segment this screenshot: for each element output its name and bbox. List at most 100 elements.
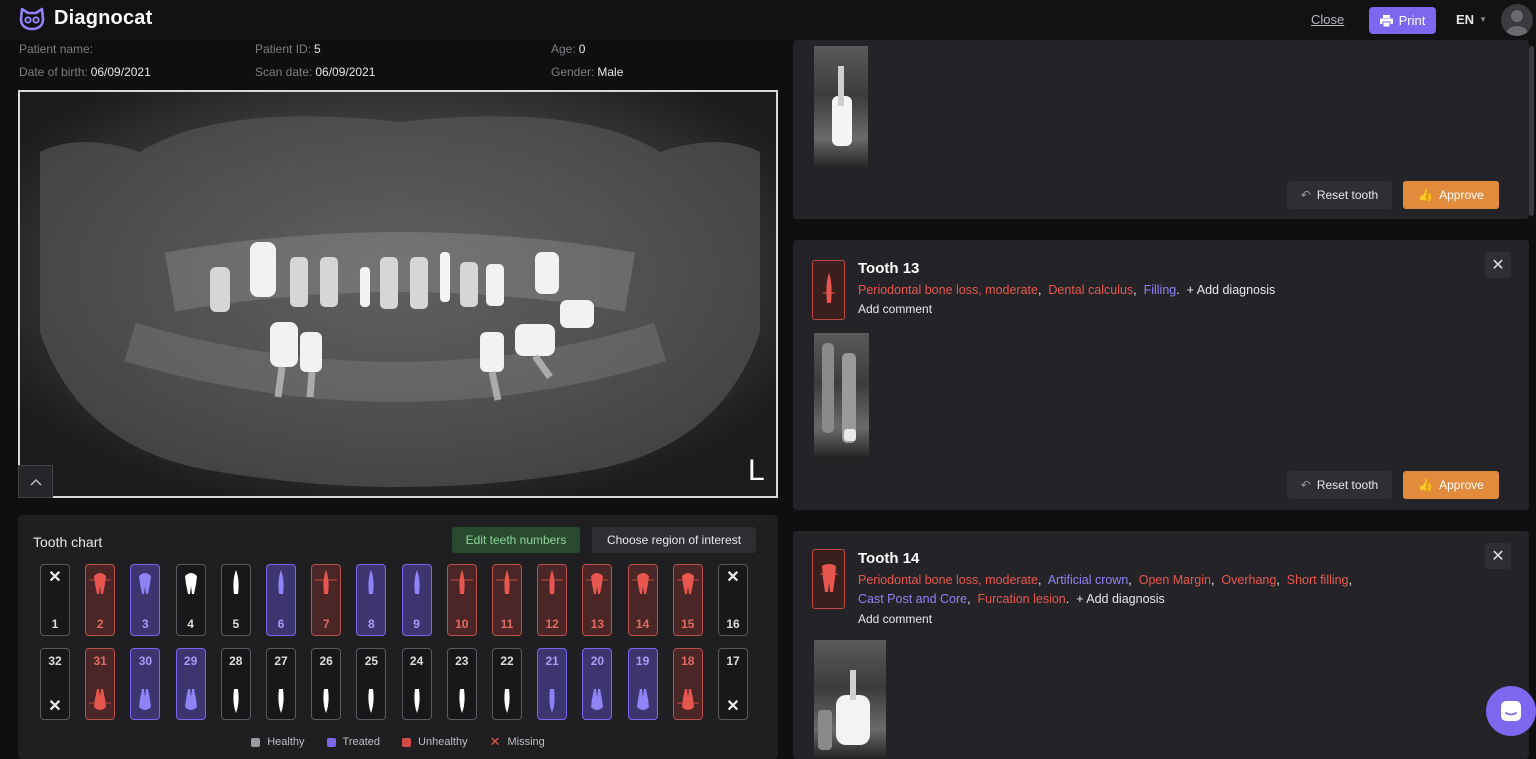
tooth-number: 30 [138, 654, 153, 668]
logo[interactable]: Diagnocat [18, 5, 152, 31]
tooth-16[interactable]: ✕ 16 [718, 564, 748, 636]
missing-x-icon: ✕ [726, 698, 740, 715]
tooth-29[interactable]: 29 [175, 648, 206, 720]
close-card-button[interactable]: ✕ [1485, 543, 1511, 569]
tooth-18[interactable]: 18 [672, 648, 703, 720]
tooth-5[interactable]: 5 [220, 564, 251, 636]
chat-button[interactable] [1486, 686, 1536, 736]
legend-missing-label: Missing [507, 736, 545, 748]
tooth-icon [89, 573, 112, 594]
tooth-20[interactable]: 20 [582, 648, 613, 720]
edit-teeth-numbers-button[interactable]: Edit teeth numbers [452, 527, 580, 553]
tooth-icon [139, 689, 152, 710]
print-button[interactable]: Print [1369, 7, 1436, 34]
tooth-icon [631, 573, 654, 594]
tooth-17[interactable]: 17 ✕ [718, 648, 748, 720]
tooth-crop-image[interactable] [814, 46, 868, 169]
reset-tooth-button[interactable]: ↶ Reset tooth [1287, 181, 1392, 209]
diagnosis-tag[interactable]: Periodontal bone loss, moderate [858, 283, 1038, 297]
tooth-24[interactable]: 24 [401, 648, 432, 720]
healthy-swatch [251, 737, 261, 747]
tooth-number: 16 [726, 617, 740, 631]
language-selector[interactable]: EN ▼ [1456, 12, 1487, 27]
chevron-up-icon [29, 478, 42, 486]
tooth-icon [323, 689, 329, 713]
patient-dob: Date of birth: 06/09/2021 [19, 65, 151, 79]
tooth-30[interactable]: 30 [130, 648, 161, 720]
add-comment-link[interactable]: Add comment [858, 302, 932, 316]
tooth-icon [368, 689, 374, 713]
tooth-crop-image[interactable] [814, 333, 869, 459]
tooth-23[interactable]: 23 [446, 648, 477, 720]
tooth-6[interactable]: 6 [266, 564, 296, 636]
diagnosis-tag[interactable]: Artificial crown [1048, 573, 1129, 587]
tooth-13[interactable]: 13 [582, 564, 613, 636]
tooth-2[interactable]: 2 [85, 564, 116, 636]
reset-tooth-label: Reset tooth [1316, 188, 1379, 202]
tooth-9[interactable]: 9 [401, 564, 432, 636]
tooth-32[interactable]: 32 ✕ [40, 648, 70, 720]
tooth-22[interactable]: 22 [492, 648, 522, 720]
tooth-19[interactable]: 19 [627, 648, 658, 720]
diagnosis-tag[interactable]: Short filling [1287, 573, 1349, 587]
tooth-number: 24 [409, 654, 424, 668]
close-card-button[interactable]: ✕ [1485, 252, 1511, 278]
tooth-number: 3 [142, 617, 149, 631]
approve-button[interactable]: 👍 Approve [1403, 471, 1499, 499]
close-link[interactable]: Close [1311, 12, 1344, 27]
tooth-8[interactable]: 8 [356, 564, 387, 636]
avatar[interactable] [1501, 4, 1533, 36]
tooth-crop-xray [832, 66, 852, 146]
tooth-21[interactable]: 21 [537, 648, 568, 720]
tooth-10[interactable]: 10 [446, 564, 477, 636]
printer-icon [1379, 14, 1393, 27]
tooth-15[interactable]: 15 [672, 564, 703, 636]
collapse-xray-button[interactable] [18, 465, 53, 498]
scrollbar[interactable] [1529, 46, 1534, 216]
tooth-31[interactable]: 31 [85, 648, 116, 720]
tooth-11[interactable]: 11 [492, 564, 522, 636]
thumbs-up-icon: 👍 [1418, 188, 1434, 202]
tooth-27[interactable]: 27 [266, 648, 296, 720]
diagnosis-tag[interactable]: Filling [1144, 283, 1177, 297]
diagnosis-tag[interactable]: Furcation lesion [978, 592, 1066, 606]
add-diagnosis-link[interactable]: + Add diagnosis [1076, 592, 1165, 606]
diagnosis-tag[interactable]: Periodontal bone loss, moderate [858, 573, 1038, 587]
undo-icon: ↶ [1300, 188, 1311, 202]
diagnosis-tag[interactable]: Overhang [1221, 573, 1276, 587]
tooth-12[interactable]: 12 [537, 564, 568, 636]
tooth-14[interactable]: 14 [627, 564, 658, 636]
tooth-crop-image[interactable] [814, 640, 886, 759]
tooth-icon [496, 570, 518, 594]
tooth-icon [586, 573, 609, 594]
tooth-25[interactable]: 25 [356, 648, 387, 720]
approve-button[interactable]: 👍 Approve [1403, 181, 1499, 209]
tooth-icon [504, 689, 510, 713]
tooth-1[interactable]: ✕ 1 [40, 564, 70, 636]
tooth-3[interactable]: 3 [130, 564, 161, 636]
diagnosis-tag[interactable]: Dental calculus [1048, 283, 1133, 297]
patient-name-label: Patient name: [19, 42, 94, 56]
diagnocat-logo-icon [19, 7, 45, 31]
scan-date-value: 06/09/2021 [315, 65, 376, 79]
right-panel: ↶ Reset tooth 👍 Approve Tooth 13 Periodo… [790, 40, 1536, 759]
tooth-7[interactable]: 7 [311, 564, 342, 636]
add-diagnosis-link[interactable]: + Add diagnosis [1187, 283, 1276, 297]
tooth-icon [822, 273, 835, 303]
tooth-icon [549, 689, 555, 713]
tooth-icon [368, 570, 374, 594]
tooth-4[interactable]: 4 [175, 564, 206, 636]
choose-region-of-interest-button[interactable]: Choose region of interest [592, 527, 756, 553]
diagnosis-tag[interactable]: Cast Post and Core [858, 592, 967, 606]
reset-tooth-button[interactable]: ↶ Reset tooth [1287, 471, 1392, 499]
panoramic-xray[interactable] [18, 90, 778, 498]
left-panel: Patient name: Patient ID: 5 Age: 0 Date of… [0, 40, 790, 759]
diagnosis-tag[interactable]: Open Margin [1139, 573, 1211, 587]
tooth-number: 17 [726, 654, 740, 668]
tooth-icon [459, 689, 465, 713]
tooth-13-title: Tooth 13 [858, 260, 920, 277]
tooth-26[interactable]: 26 [311, 648, 342, 720]
add-comment-link[interactable]: Add comment [858, 612, 932, 626]
missing-x-icon: ✕ [726, 569, 740, 586]
tooth-28[interactable]: 28 [220, 648, 251, 720]
